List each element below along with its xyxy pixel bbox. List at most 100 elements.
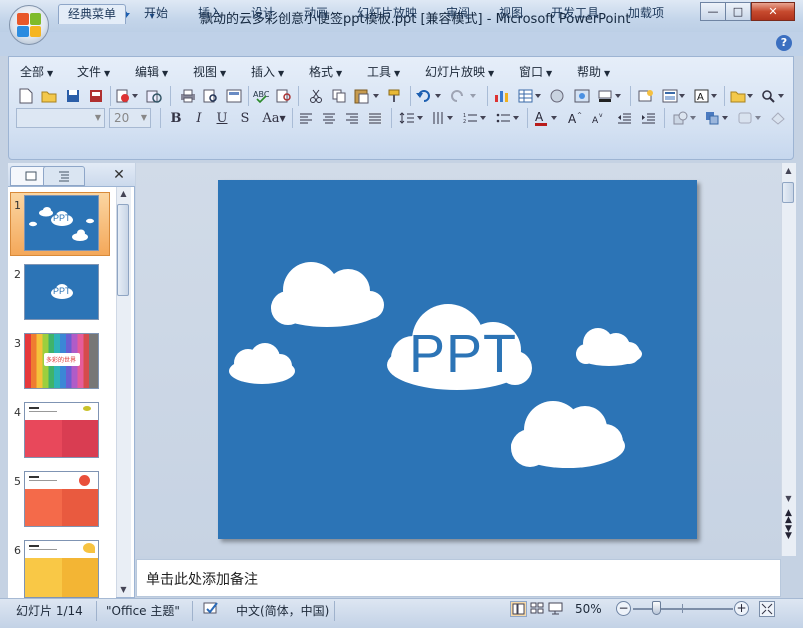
menu-insert[interactable]: 插入 ▼ — [251, 63, 284, 80]
clipart-icon[interactable] — [547, 86, 567, 106]
spelling-icon[interactable]: ABC — [251, 86, 271, 106]
next-slide-icon[interactable]: ▼ ▼ — [783, 525, 794, 541]
research-icon[interactable] — [274, 86, 294, 106]
menu-help[interactable]: 帮助 ▼ — [577, 63, 610, 80]
increase-indent-icon[interactable] — [638, 108, 658, 128]
zoom-out-icon[interactable]: − — [616, 601, 631, 616]
print-preview-icon[interactable] — [201, 86, 221, 106]
menu-tools[interactable]: 工具 ▼ — [367, 63, 400, 80]
bullets-icon[interactable] — [494, 108, 522, 128]
theme-name[interactable]: "Office 主题" — [106, 602, 180, 619]
minimize-button[interactable]: — — [700, 2, 726, 21]
slide-sorter-view-button[interactable] — [529, 601, 546, 617]
tab-classic-menu[interactable]: 经典菜单 — [58, 4, 127, 24]
copy-icon[interactable] — [329, 86, 349, 106]
tab-design[interactable]: 设计 — [242, 4, 284, 24]
align-right-icon[interactable] — [342, 108, 362, 128]
notes-placeholder[interactable]: 单击此处添加备注 — [146, 569, 258, 589]
shape-fill-icon[interactable] — [767, 108, 789, 128]
menu-window[interactable]: 窗口 ▼ — [519, 63, 552, 80]
underline-button[interactable]: U — [212, 108, 232, 128]
close-button[interactable]: ✕ — [751, 2, 795, 21]
scroll-down-icon[interactable]: ▼ — [118, 585, 129, 596]
folder-icon[interactable] — [728, 86, 756, 106]
office-button[interactable] — [9, 5, 49, 45]
tab-slideshow[interactable]: 幻灯片放映 — [348, 4, 426, 24]
previous-slide-icon[interactable]: ▲ ▲ — [783, 509, 794, 525]
line-spacing-icon[interactable] — [397, 108, 425, 128]
spelling-status-icon[interactable] — [203, 600, 221, 619]
zoom-slider-track[interactable] — [633, 608, 733, 610]
open-icon[interactable] — [39, 86, 59, 106]
zoom-slider-thumb[interactable] — [652, 601, 661, 615]
attach-icon[interactable] — [143, 86, 165, 106]
slide-thumbnail[interactable]: PPT — [24, 195, 99, 251]
table-icon[interactable] — [516, 86, 544, 106]
tab-review[interactable]: 审阅 — [437, 4, 479, 24]
bold-button[interactable]: B — [166, 108, 186, 128]
tab-animation[interactable]: 动画 — [295, 4, 337, 24]
new-slide-icon[interactable] — [636, 86, 656, 106]
fill-color-icon[interactable] — [596, 86, 624, 106]
numbering-icon[interactable]: 12 — [461, 108, 489, 128]
font-size-combo[interactable]: 20 ▼ — [109, 108, 151, 128]
tab-view[interactable]: 视图 — [490, 4, 532, 24]
zoom-in-icon[interactable]: + — [734, 601, 749, 616]
text-box-icon[interactable]: A — [692, 86, 720, 106]
shapes-icon[interactable] — [671, 108, 699, 128]
paste-icon[interactable] — [352, 86, 382, 106]
decrease-indent-icon[interactable] — [614, 108, 634, 128]
menu-view[interactable]: 视图 ▼ — [193, 63, 226, 80]
scroll-up-icon[interactable]: ▲ — [118, 189, 129, 200]
italic-button[interactable]: I — [189, 108, 209, 128]
tab-addins[interactable]: 加载项 — [619, 4, 673, 24]
save-as-icon[interactable] — [86, 86, 106, 106]
slide-layout-icon[interactable] — [224, 86, 244, 106]
scroll-down-icon[interactable]: ▼ — [783, 494, 794, 505]
permission-icon[interactable] — [114, 86, 140, 106]
change-case-button[interactable]: Aa ▼ — [259, 108, 289, 128]
tab-insert[interactable]: 插入 — [189, 4, 231, 24]
cut-icon[interactable] — [306, 86, 326, 106]
font-color-icon[interactable]: A — [532, 108, 560, 128]
layout-icon[interactable] — [660, 86, 688, 106]
slideshow-view-button[interactable] — [548, 601, 565, 617]
slide-title-text[interactable]: PPT — [398, 322, 528, 386]
help-icon[interactable]: ? — [776, 35, 792, 51]
close-panel-icon[interactable]: ✕ — [112, 167, 126, 183]
shrink-font-icon[interactable]: Av — [589, 108, 607, 128]
grow-font-icon[interactable]: A ^ — [566, 108, 584, 128]
print-icon[interactable] — [178, 86, 198, 106]
scroll-up-icon[interactable]: ▲ — [783, 166, 794, 177]
tab-developer[interactable]: 开发工具 — [542, 4, 608, 24]
zoom-level[interactable]: 50% — [575, 602, 602, 616]
undo-icon[interactable] — [414, 86, 446, 106]
save-icon[interactable] — [63, 86, 83, 106]
menu-slideshow[interactable]: 幻灯片放映 ▼ — [425, 63, 494, 80]
align-center-icon[interactable] — [319, 108, 339, 128]
slide-thumbnail[interactable] — [24, 540, 99, 598]
chart-icon[interactable] — [492, 86, 512, 106]
fit-to-window-icon[interactable] — [759, 601, 775, 617]
slide-thumbnail[interactable]: 多彩的世界 — [24, 333, 99, 389]
new-icon[interactable] — [16, 86, 36, 106]
justify-icon[interactable] — [365, 108, 385, 128]
menu-all[interactable]: 全部 ▼ — [20, 63, 53, 80]
menu-edit[interactable]: 编辑 ▼ — [135, 63, 168, 80]
menu-format[interactable]: 格式 ▼ — [309, 63, 342, 80]
font-name-combo[interactable]: ▼ — [16, 108, 105, 128]
format-painter-icon[interactable] — [386, 86, 406, 106]
maximize-button[interactable]: □ — [725, 2, 751, 21]
redo-icon[interactable] — [449, 86, 481, 106]
normal-view-button[interactable] — [510, 601, 527, 617]
align-left-icon[interactable] — [296, 108, 316, 128]
menu-file[interactable]: 文件 ▼ — [77, 63, 110, 80]
quick-styles-icon[interactable] — [736, 108, 764, 128]
find-icon[interactable] — [759, 86, 787, 106]
slide-thumbnail[interactable] — [24, 471, 99, 527]
slide-thumbnail[interactable]: PPT — [24, 264, 99, 320]
language-indicator[interactable]: 中文(简体，中国) — [236, 602, 329, 619]
slide-thumbnail[interactable] — [24, 402, 99, 458]
scrollbar-thumb[interactable] — [782, 182, 794, 203]
shadow-button[interactable]: S — [235, 108, 255, 128]
